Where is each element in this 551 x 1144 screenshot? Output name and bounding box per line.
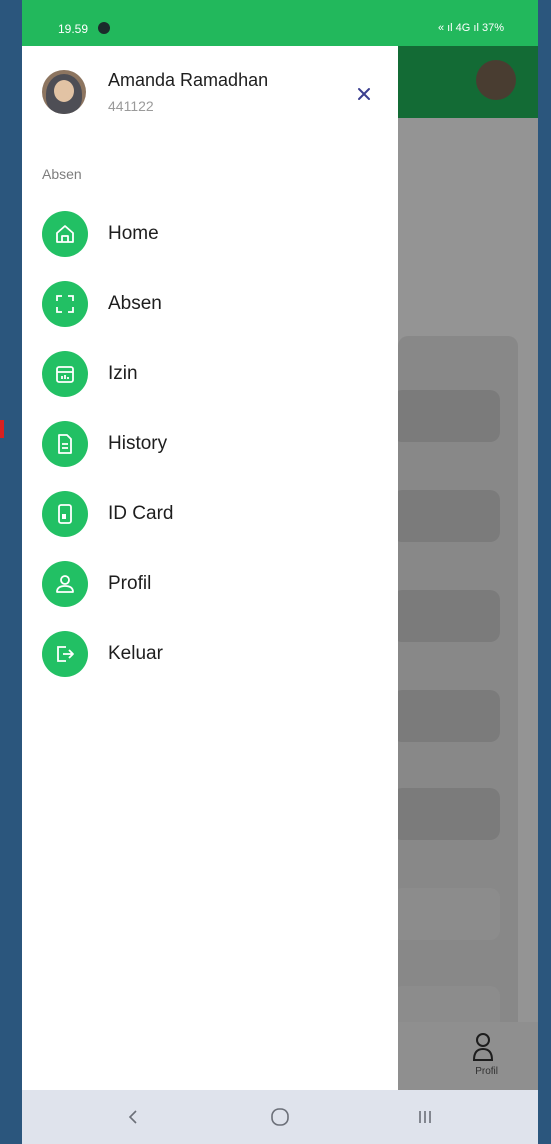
home-icon — [42, 211, 88, 257]
menu-item-home[interactable]: Home — [42, 208, 372, 260]
home-circle-icon — [271, 1108, 289, 1126]
menu-label: Izin — [108, 363, 138, 384]
document-icon — [42, 421, 88, 467]
section-label: Absen — [42, 166, 82, 182]
scan-icon — [42, 281, 88, 327]
menu-item-id-card[interactable]: ID Card — [42, 488, 372, 540]
system-nav-bar — [22, 1090, 538, 1144]
recents-icon — [419, 1111, 431, 1123]
menu-label: Home — [108, 223, 159, 244]
user-id: 441122 — [108, 98, 154, 114]
back-button[interactable] — [118, 1102, 148, 1132]
home-button[interactable] — [265, 1102, 295, 1132]
user-name: Amanda Ramadhan — [108, 70, 269, 90]
phone-screen: 19.59 « ıl 4G ıl 37% Profil Amanda Ramad… — [22, 0, 538, 1144]
status-bar: 19.59 « ıl 4G ıl 37% — [22, 0, 538, 46]
user-avatar — [42, 70, 86, 114]
menu-label: History — [108, 433, 168, 454]
close-drawer-button[interactable] — [352, 82, 376, 106]
id-card-icon — [42, 491, 88, 537]
status-indicators: « ıl 4G ıl 37% — [437, 22, 504, 34]
user-icon — [42, 561, 88, 607]
menu-item-absen[interactable]: Absen — [42, 278, 372, 330]
menu-item-keluar[interactable]: Keluar — [42, 628, 372, 680]
menu-item-izin[interactable]: Izin — [42, 348, 372, 400]
menu-label: Profil — [108, 573, 152, 594]
avatar-face — [54, 80, 74, 102]
recents-button[interactable] — [410, 1102, 440, 1132]
menu-label: Absen — [108, 293, 162, 314]
edge-marker — [0, 420, 4, 438]
logout-icon — [42, 631, 88, 677]
navigation-drawer: Amanda Ramadhan 441122 Absen Home Absen … — [22, 46, 398, 1090]
calendar-icon — [42, 351, 88, 397]
close-icon — [358, 88, 370, 100]
menu-item-profil[interactable]: Profil — [42, 558, 372, 610]
menu-label: ID Card — [108, 503, 174, 524]
notification-icon — [98, 22, 110, 34]
menu-item-history[interactable]: History — [42, 418, 372, 470]
menu-label: Keluar — [108, 643, 163, 664]
status-time: 19.59 — [58, 22, 89, 36]
back-icon — [128, 1110, 137, 1124]
